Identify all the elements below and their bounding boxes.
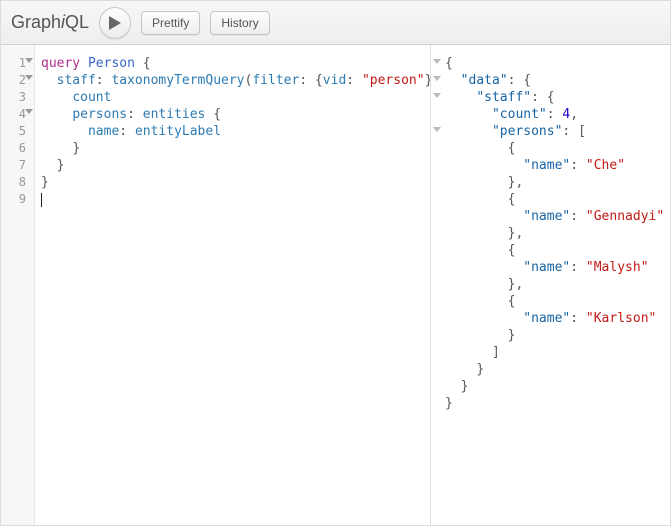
field: taxonomyTermQuery [111, 73, 244, 88]
alias: persons [72, 107, 127, 122]
alias: name [88, 124, 119, 139]
line-number: 2 [1, 72, 34, 89]
field: entityLabel [135, 124, 221, 139]
json-key: "persons" [492, 124, 562, 139]
logo-post: QL [65, 12, 89, 32]
json-key: "staff" [476, 90, 531, 105]
logo: GraphiQL [11, 12, 89, 33]
line-number: 7 [1, 157, 34, 174]
query-pane: 1 2 3 4 5 6 7 8 9 query Person { staff: … [1, 45, 431, 525]
graphiql-app: GraphiQL Prettify History 1 2 3 4 5 6 7 … [0, 0, 671, 526]
logo-pre: Graph [11, 12, 61, 32]
op-name: Person [88, 56, 135, 71]
json-key: "name" [523, 311, 570, 326]
chevron-down-icon[interactable] [433, 59, 441, 64]
json-key: "name" [523, 158, 570, 173]
prettify-button[interactable]: Prettify [141, 11, 200, 35]
chevron-down-icon[interactable] [433, 76, 441, 81]
result-viewer[interactable]: { "data": { "staff": { "count": 4, "pers… [431, 45, 670, 412]
line-gutter: 1 2 3 4 5 6 7 8 9 [1, 45, 35, 525]
body: 1 2 3 4 5 6 7 8 9 query Person { staff: … [1, 45, 670, 525]
history-button[interactable]: History [210, 11, 269, 35]
chevron-down-icon[interactable] [25, 109, 33, 114]
arg: vid [323, 73, 346, 88]
line-number: 9 [1, 191, 34, 208]
json-string: "Che" [586, 158, 625, 173]
json-string: "Gennadyi" [586, 209, 664, 224]
line-number: 8 [1, 174, 34, 191]
line-number: 4 [1, 106, 34, 123]
text-cursor [41, 193, 42, 207]
chevron-down-icon[interactable] [25, 75, 33, 80]
field: entities [143, 107, 206, 122]
line-number: 1 [1, 55, 34, 72]
line-number: 6 [1, 140, 34, 157]
chevron-down-icon[interactable] [433, 127, 441, 132]
execute-button[interactable] [99, 7, 131, 39]
json-key: "name" [523, 209, 570, 224]
result-pane: { "data": { "staff": { "count": 4, "pers… [431, 45, 670, 525]
field: count [72, 90, 111, 105]
alias: staff [57, 73, 96, 88]
json-key: "data" [461, 73, 508, 88]
chevron-down-icon[interactable] [25, 58, 33, 63]
chevron-down-icon[interactable] [433, 93, 441, 98]
json-string: "Karlson" [586, 311, 656, 326]
query-editor[interactable]: query Person { staff: taxonomyTermQuery(… [35, 45, 430, 525]
json-key: "count" [492, 107, 547, 122]
keyword: query [41, 56, 80, 71]
line-number: 3 [1, 89, 34, 106]
play-icon [109, 16, 121, 30]
json-key: "name" [523, 260, 570, 275]
string: "person" [362, 73, 425, 88]
line-number: 5 [1, 123, 34, 140]
json-string: "Malysh" [586, 260, 649, 275]
topbar: GraphiQL Prettify History [1, 1, 670, 45]
arg: filter [252, 73, 299, 88]
